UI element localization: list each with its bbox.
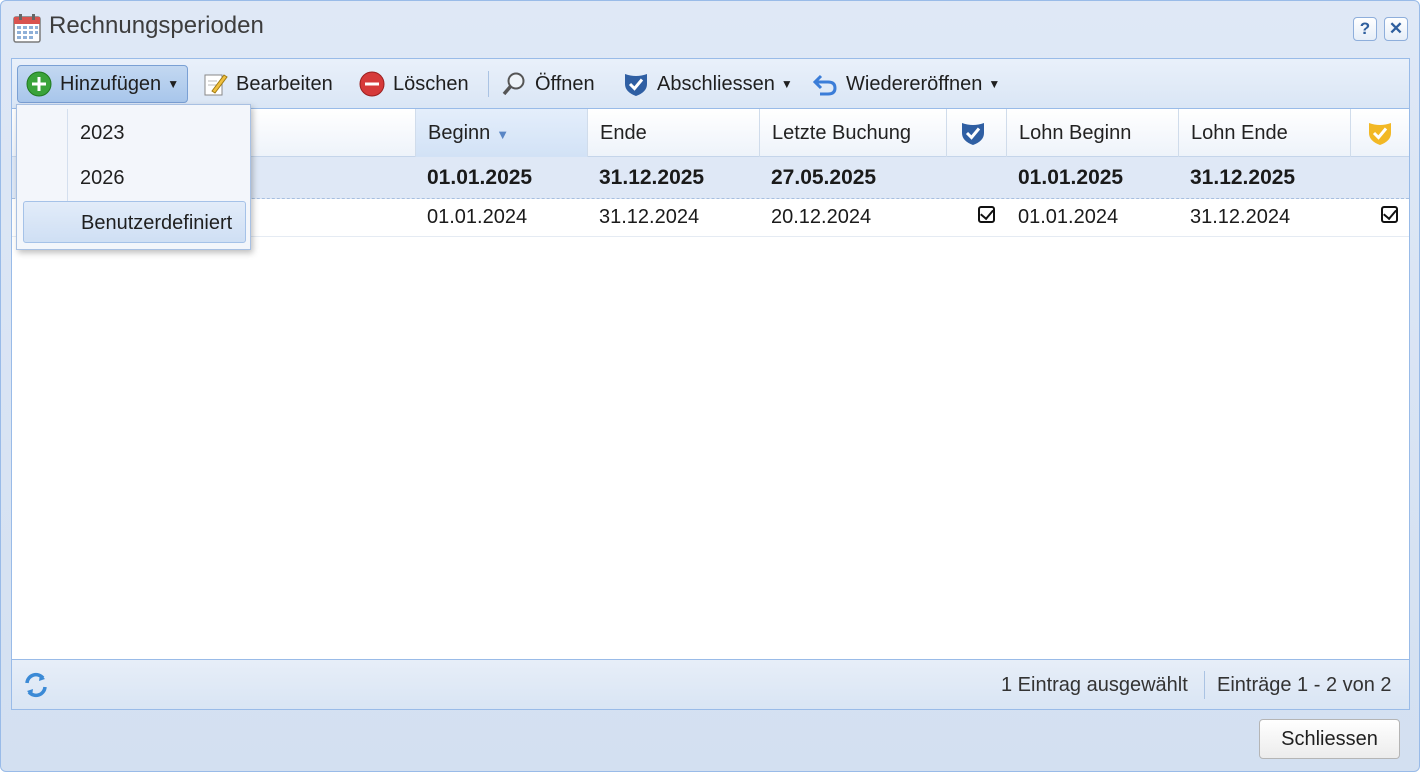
column-header-payroll-closed[interactable]	[1350, 109, 1409, 157]
menu-item-2026[interactable]: 2026	[23, 157, 246, 199]
column-header-begin[interactable]: Beginn ▼	[415, 109, 587, 157]
cell-payroll-end: 31.12.2024	[1190, 206, 1291, 228]
column-header-payroll-begin[interactable]: Lohn Beginn	[1006, 109, 1178, 157]
shield-check-icon	[625, 74, 647, 96]
plus-circle-icon	[26, 71, 52, 97]
grid-toolbar: Hinzufügen ▼ Bearbeiten Löschen Öffnen A…	[12, 59, 1409, 109]
chevron-down-icon: ▼	[780, 77, 793, 91]
cell-last-booking: 27.05.2025	[771, 166, 877, 189]
shield-check-gold-icon	[1369, 123, 1391, 145]
cell-payroll-begin: 01.01.2024	[1018, 206, 1119, 228]
cell-end: 31.12.2025	[599, 166, 705, 189]
paging-info: Einträge 1 - 2 von 2	[1217, 674, 1392, 696]
column-header-payroll-end[interactable]: Lohn Ende	[1178, 109, 1350, 157]
edit-button-label: Bearbeiten	[236, 72, 333, 95]
close-period-button-label: Abschliessen	[657, 72, 775, 95]
cell-end: 31.12.2024	[599, 206, 700, 228]
grid-status-bar: 1 Eintrag ausgewählt Einträge 1 - 2 von …	[12, 659, 1409, 709]
minus-circle-icon	[359, 71, 385, 97]
menu-item-custom[interactable]: Benutzerdefiniert	[23, 201, 246, 243]
magnifier-icon	[502, 72, 525, 96]
chevron-down-icon: ▼	[988, 77, 1001, 91]
cell-payroll-end: 31.12.2025	[1190, 166, 1296, 189]
toolbar-separator	[488, 71, 489, 97]
chevron-down-icon: ▼	[167, 77, 180, 91]
checked-box-icon	[1381, 206, 1398, 223]
sort-desc-icon: ▼	[496, 127, 510, 142]
cell-begin: 01.01.2024	[427, 206, 528, 228]
cell-closed	[966, 199, 995, 237]
column-header-end[interactable]: Ende	[587, 109, 759, 157]
delete-button[interactable]: Löschen	[351, 65, 477, 103]
menu-item-2023[interactable]: 2023	[23, 112, 246, 154]
shield-check-icon	[962, 123, 984, 145]
help-button[interactable]: ?	[1353, 17, 1377, 41]
reopen-button[interactable]: Wiedereröffnen ▼	[804, 65, 1008, 103]
add-dropdown-menu: 2023 2026 Benutzerdefiniert	[16, 104, 251, 250]
refresh-icon[interactable]	[22, 671, 50, 699]
reopen-button-label: Wiedereröffnen	[846, 72, 983, 95]
calendar-icon	[13, 14, 41, 43]
close-period-button[interactable]: Abschliessen ▼	[615, 65, 801, 103]
add-button[interactable]: Hinzufügen ▼	[17, 65, 189, 103]
status-separator	[1204, 671, 1205, 699]
window-title: Rechnungsperioden	[49, 12, 264, 39]
selection-count: 1 Eintrag ausgewählt	[1001, 674, 1188, 696]
close-window-button[interactable]: ✕	[1384, 17, 1408, 41]
cell-payroll-begin: 01.01.2025	[1018, 166, 1124, 189]
pencil-note-icon	[204, 74, 228, 96]
cell-payroll-closed	[1369, 199, 1398, 237]
column-header-begin-label: Beginn	[428, 122, 491, 144]
cell-begin: 01.01.2025	[427, 166, 533, 189]
undo-arrow-icon	[812, 74, 837, 96]
edit-button[interactable]: Bearbeiten	[194, 65, 341, 103]
checked-box-icon	[978, 206, 995, 223]
cell-last-booking: 20.12.2024	[771, 206, 872, 228]
delete-button-label: Löschen	[393, 72, 469, 95]
open-button[interactable]: Öffnen	[493, 65, 603, 103]
column-header-closed[interactable]	[946, 109, 1006, 157]
open-button-label: Öffnen	[535, 72, 595, 95]
schliessen-button[interactable]: Schliessen	[1259, 719, 1400, 759]
add-button-label: Hinzufügen	[60, 72, 162, 95]
window-titlebar[interactable]: Rechnungsperioden ? ✕	[1, 1, 1419, 55]
column-header-last-booking[interactable]: Letzte Buchung	[759, 109, 946, 157]
rechnungsperioden-window: Rechnungsperioden ? ✕ Hinzufügen ▼ Bearb…	[0, 0, 1420, 772]
